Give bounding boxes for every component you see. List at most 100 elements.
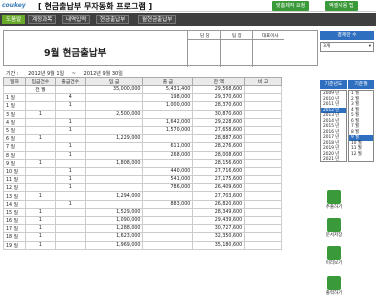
tab-monthly-cashbook[interactable]: 월현금출납부 [138, 15, 177, 24]
table-cell[interactable] [244, 232, 282, 242]
table-cell[interactable]: 1 [24, 224, 56, 234]
year-list[interactable]: 2009 년 2010 년 2011 년 2012 년 2013 년 2014 년 2015… [320, 90, 347, 162]
table-cell[interactable]: 1 [54, 199, 86, 209]
table-cell[interactable]: 1 일 [3, 101, 26, 111]
table-cell[interactable] [244, 101, 282, 111]
table-cell[interactable]: 1,969,000 [84, 240, 144, 250]
table-cell[interactable] [54, 224, 86, 234]
table-cell[interactable]: 3 일 [3, 109, 26, 119]
table-cell[interactable]: 786,000 [142, 183, 194, 193]
table-cell[interactable] [244, 183, 282, 193]
table-cell[interactable]: 5 일 [3, 125, 26, 136]
table-cell[interactable] [142, 215, 194, 226]
table-cell[interactable] [244, 109, 282, 119]
table-cell[interactable]: 1 [54, 125, 86, 136]
table-cell[interactable]: 268,000 [142, 150, 194, 160]
table-cell[interactable] [244, 175, 282, 185]
table-cell[interactable] [54, 158, 86, 168]
table-cell[interactable]: 30,870,600 [192, 109, 246, 119]
table-cell[interactable] [24, 150, 56, 160]
table-cell[interactable]: 29,568,600 [192, 84, 246, 95]
table-cell[interactable]: 2,500,000 [84, 109, 144, 119]
table-cell[interactable]: 4 일 [3, 117, 26, 127]
table-cell[interactable]: 32,350,600 [192, 232, 246, 242]
table-cell[interactable]: 26,820,600 [192, 199, 246, 209]
table-cell[interactable] [142, 232, 194, 242]
table-cell[interactable] [84, 101, 144, 111]
tab-cashbook[interactable]: 현금출납부 [96, 15, 130, 24]
table-cell[interactable]: 1,294,000 [84, 191, 144, 201]
table-cell[interactable] [244, 215, 282, 226]
table-cell[interactable]: 30,727,600 [192, 224, 246, 234]
table-cell[interactable] [24, 101, 56, 111]
table-cell[interactable]: 1,642,000 [142, 117, 194, 127]
table-cell[interactable]: 28,008,600 [192, 150, 246, 160]
table-cell[interactable]: 1 [54, 150, 86, 160]
table-cell[interactable]: 1 [24, 134, 56, 144]
table-cell[interactable] [24, 166, 56, 177]
table-cell[interactable] [24, 175, 56, 185]
table-cell[interactable] [244, 134, 282, 144]
table-cell[interactable] [244, 166, 282, 177]
table-cell[interactable]: 15 일 [3, 207, 26, 218]
table-cell[interactable]: 1 [24, 232, 56, 242]
table-cell[interactable]: 28,276,600 [192, 142, 246, 152]
table-cell[interactable] [84, 199, 144, 209]
table-cell[interactable]: 10 일 [3, 166, 26, 177]
extract-action[interactable]: 추출하기 [324, 190, 344, 210]
table-cell[interactable]: 1 [54, 183, 86, 193]
table-cell[interactable] [244, 207, 282, 218]
table-cell[interactable]: 17 일 [3, 224, 26, 234]
table-cell[interactable]: 1 [24, 191, 56, 201]
table-cell[interactable] [54, 109, 86, 119]
table-cell[interactable]: 198,000 [142, 93, 194, 103]
settle-count-select[interactable]: 3개 ▾ [320, 42, 374, 52]
table-cell[interactable]: 9 일 [3, 158, 26, 168]
table-cell[interactable]: 12 일 [3, 183, 26, 193]
table-cell[interactable]: 1,288,000 [84, 224, 144, 234]
table-cell[interactable] [24, 183, 56, 193]
table-cell[interactable]: 19 일 [3, 240, 26, 250]
table-cell[interactable]: 27,703,600 [192, 191, 246, 201]
table-cell[interactable]: 전 월 [24, 84, 56, 95]
excel-tip-button[interactable]: 엑셀사용 팁 [325, 1, 358, 11]
table-cell[interactable] [142, 158, 194, 168]
table-cell[interactable]: 440,000 [142, 166, 194, 177]
table-cell[interactable] [54, 215, 86, 226]
table-cell[interactable]: 28,370,600 [192, 101, 246, 111]
month-list[interactable]: 1 월2 월3 월4 월5 월6 월7 월8 월9 월 10 월 11 월 12 월 [348, 90, 374, 162]
table-cell[interactable] [142, 240, 194, 250]
table-cell[interactable] [244, 199, 282, 209]
table-cell[interactable]: 1,529,000 [84, 207, 144, 218]
table-cell[interactable]: 14 일 [3, 199, 26, 209]
table-cell[interactable] [244, 150, 282, 160]
table-cell[interactable] [24, 125, 56, 136]
table-cell[interactable]: 28,156,600 [192, 158, 246, 168]
table-cell[interactable]: 5,431,400 [142, 84, 194, 95]
table-cell[interactable] [244, 125, 282, 136]
table-cell[interactable]: 1,090,000 [84, 215, 144, 226]
table-cell[interactable]: 6 일 [3, 134, 26, 144]
table-cell[interactable] [54, 207, 86, 218]
table-cell[interactable]: 27,716,600 [192, 166, 246, 177]
year-option[interactable]: 2021 년 [321, 157, 346, 161]
table-cell[interactable]: 29,370,600 [192, 93, 246, 103]
table-cell[interactable]: 1 [24, 215, 56, 226]
table-cell[interactable] [142, 191, 194, 201]
table-cell[interactable]: 13 일 [3, 191, 26, 201]
table-cell[interactable]: 35,000,000 [84, 84, 144, 95]
table-cell[interactable] [244, 191, 282, 201]
table-cell[interactable]: 28,887,600 [192, 134, 246, 144]
table-cell[interactable]: 1,623,000 [84, 232, 144, 242]
table-cell[interactable] [84, 175, 144, 185]
table-cell[interactable]: 541,000 [142, 175, 194, 185]
table-cell[interactable]: 1 [24, 240, 56, 250]
table-cell[interactable]: 1 [54, 101, 86, 111]
table-cell[interactable] [3, 84, 26, 95]
table-cell[interactable] [84, 150, 144, 160]
table-cell[interactable]: 27,175,600 [192, 175, 246, 185]
table-cell[interactable] [54, 240, 86, 250]
table-cell[interactable] [54, 232, 86, 242]
table-cell[interactable]: 1,808,000 [84, 158, 144, 168]
table-cell[interactable]: 1 [24, 109, 56, 119]
